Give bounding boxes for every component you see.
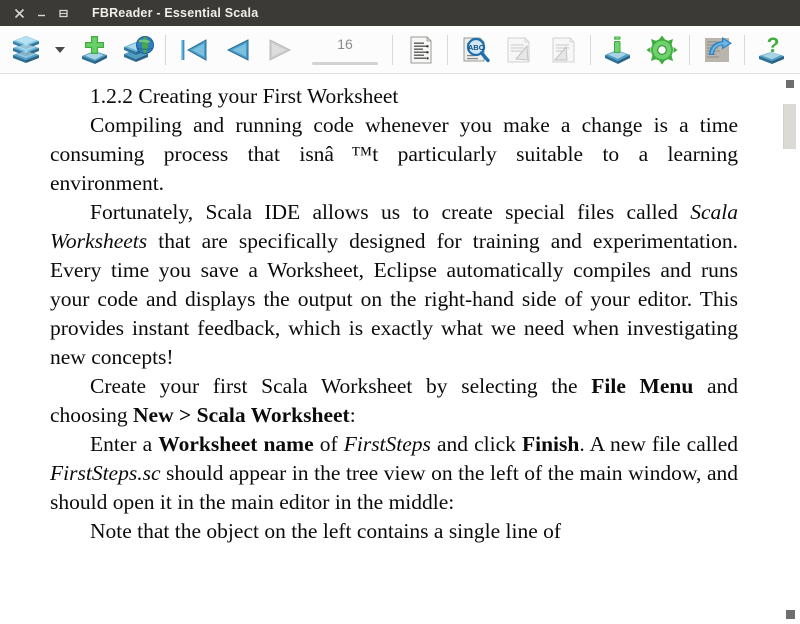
scrollbar-thumb[interactable] xyxy=(783,104,796,149)
strong-new-scala-worksheet: New > Scala Worksheet xyxy=(133,403,350,427)
find-previous-button[interactable] xyxy=(497,28,541,72)
maximize-button[interactable] xyxy=(52,2,74,24)
paragraph: Enter a Worksheet name of FirstSteps and… xyxy=(50,432,738,514)
reader-content[interactable]: 1.2.2 Creating your First Worksheet Comp… xyxy=(0,74,800,624)
first-page-button[interactable] xyxy=(171,28,215,72)
find-next-button[interactable] xyxy=(541,28,585,72)
toolbar-separator xyxy=(392,34,393,65)
strong-file-menu: File Menu xyxy=(591,374,694,398)
back-button[interactable] xyxy=(215,28,259,72)
toolbar-separator xyxy=(165,34,166,65)
svg-text:ABC: ABC xyxy=(468,43,485,52)
table-of-contents-button[interactable] xyxy=(398,28,442,72)
scrollbar-bottom-marker[interactable] xyxy=(786,610,795,619)
network-library-button[interactable] xyxy=(116,28,160,72)
toolbar-separator xyxy=(689,34,690,65)
paragraph: Create your first Scala Worksheet by sel… xyxy=(50,374,739,427)
toolbar-separator xyxy=(744,34,745,65)
fbreader-window: FBReader - Essential Scala 16 ABC ? 1.2.… xyxy=(0,0,800,624)
toolbar: 16 ABC ? xyxy=(0,26,800,74)
emphasis-firststeps: FirstSteps xyxy=(343,432,431,456)
library-button[interactable] xyxy=(4,28,48,72)
page-number-value: 16 xyxy=(337,36,353,52)
close-button[interactable] xyxy=(8,2,30,24)
preferences-button[interactable] xyxy=(640,28,684,72)
section-heading: 1.2.2 Creating your First Worksheet xyxy=(90,84,399,108)
toolbar-separator xyxy=(590,34,591,65)
paragraph: Compiling and running code whenever you … xyxy=(50,113,738,195)
book-page[interactable]: 1.2.2 Creating your First Worksheet Comp… xyxy=(0,74,778,624)
add-book-button[interactable] xyxy=(72,28,116,72)
forward-button[interactable] xyxy=(259,28,303,72)
svg-text:?: ? xyxy=(767,34,780,57)
library-dropdown-button[interactable] xyxy=(48,28,72,72)
page-number-field[interactable]: 16 xyxy=(309,30,381,70)
vertical-scrollbar[interactable] xyxy=(778,74,800,624)
scrollbar-top-marker[interactable] xyxy=(786,80,794,88)
chevron-down-icon xyxy=(55,46,65,53)
minimize-button[interactable] xyxy=(30,2,52,24)
strong-finish: Finish xyxy=(521,432,580,456)
titlebar: FBReader - Essential Scala xyxy=(0,0,800,26)
paragraph: Note that the object on the left contain… xyxy=(90,519,562,543)
paragraph: Fortunately, Scala IDE allows us to crea… xyxy=(50,200,738,369)
page-slider-track[interactable] xyxy=(312,62,378,65)
window-controls xyxy=(8,2,74,24)
window-title: FBReader - Essential Scala xyxy=(92,6,259,20)
toolbar-separator xyxy=(447,34,448,65)
book-info-button[interactable] xyxy=(596,28,640,72)
search-button[interactable]: ABC xyxy=(453,28,497,72)
help-button[interactable]: ? xyxy=(750,28,794,72)
rotate-button[interactable] xyxy=(695,28,739,72)
emphasis-firststeps-sc: FirstSteps.sc xyxy=(50,461,161,485)
strong-worksheet-name: Worksheet name xyxy=(158,432,314,456)
